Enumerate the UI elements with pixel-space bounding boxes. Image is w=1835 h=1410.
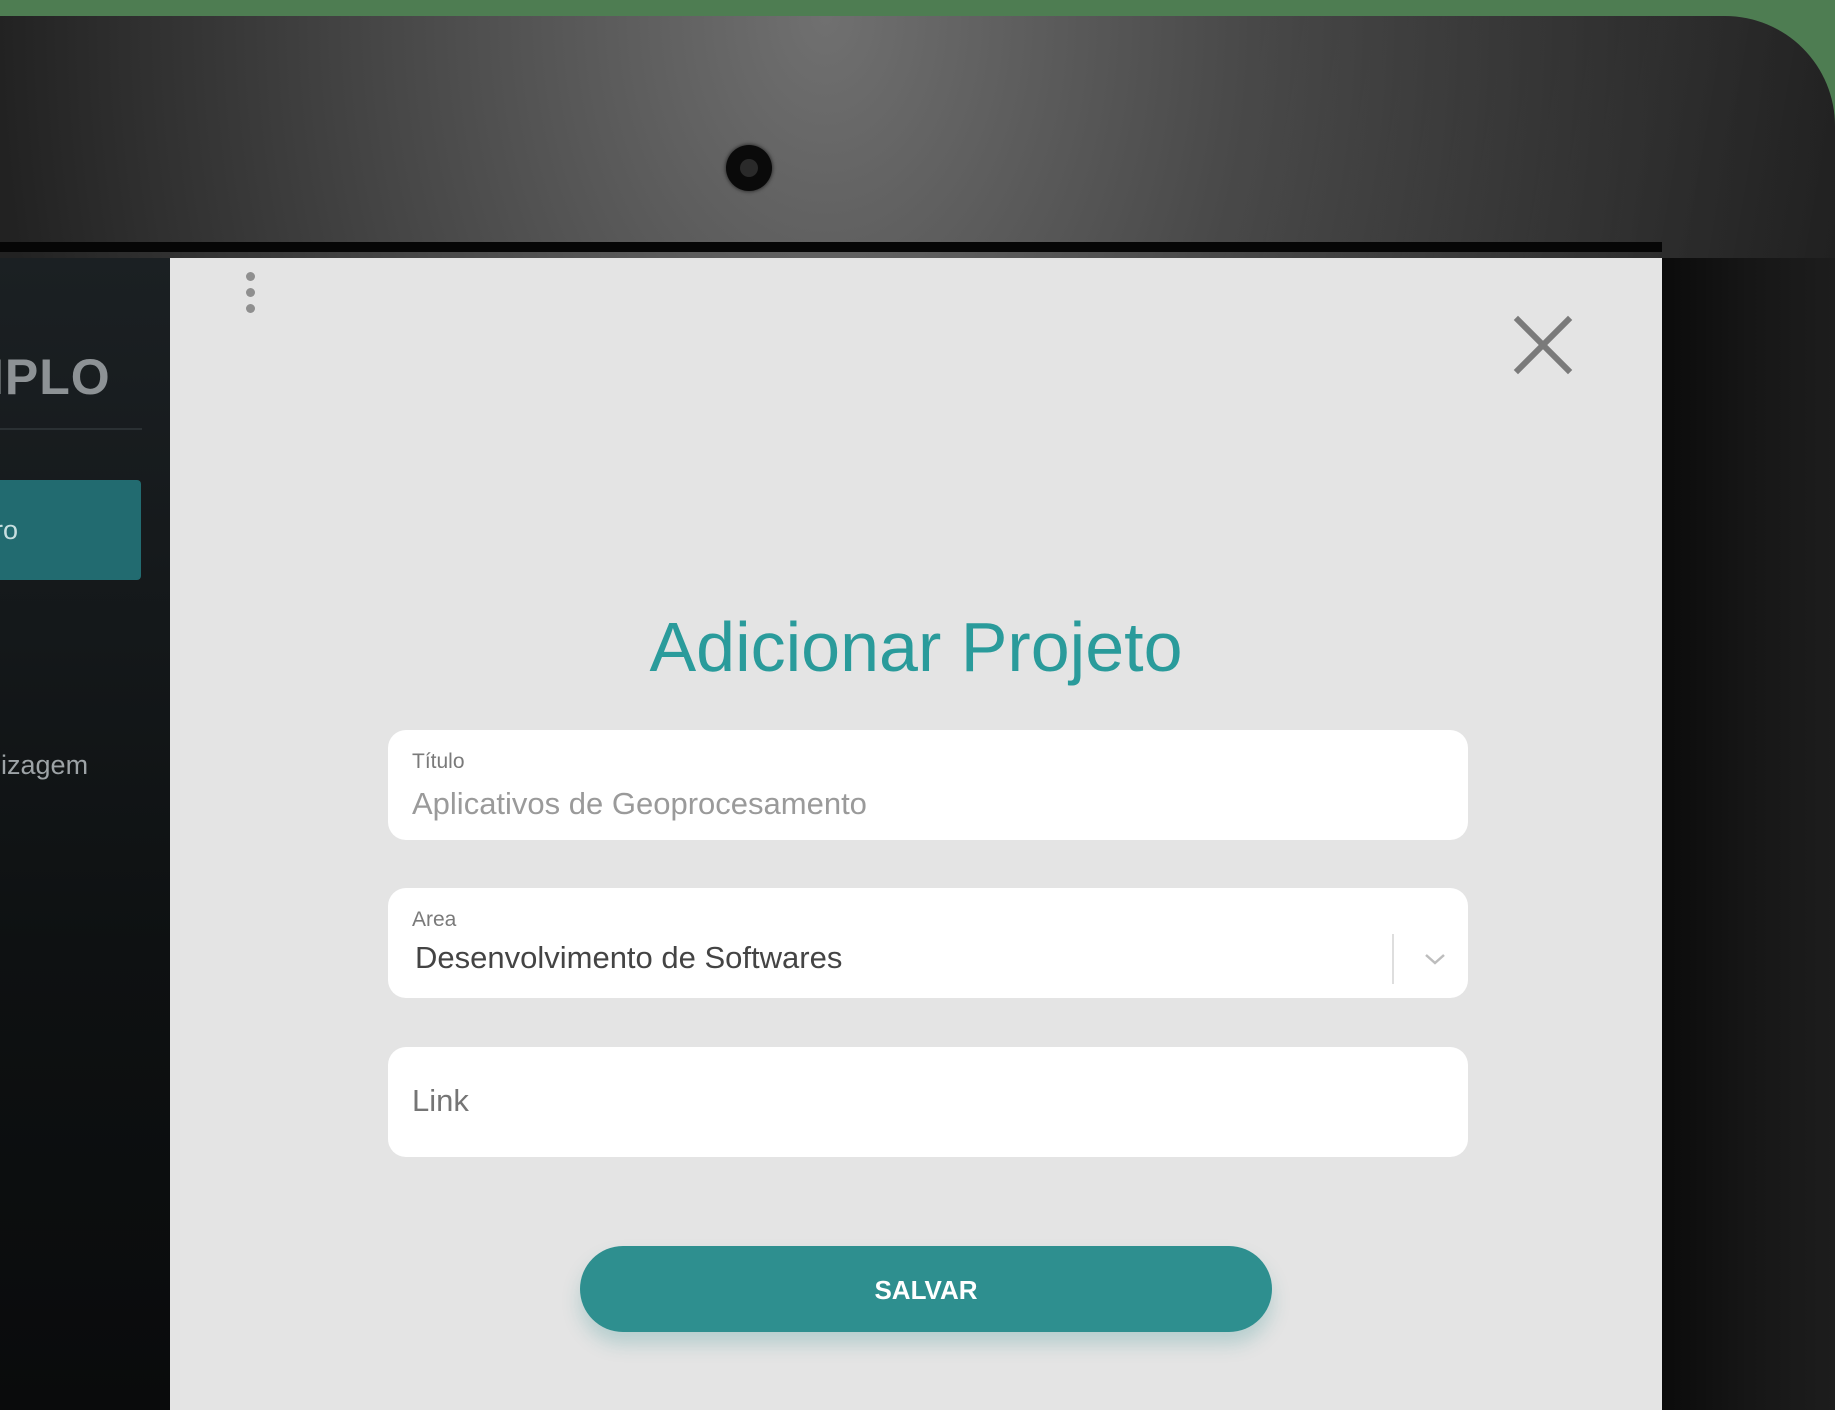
link-field[interactable]: [388, 1047, 1468, 1157]
screen-edge: [0, 242, 1662, 252]
camera-icon: [726, 145, 772, 191]
titulo-label: Título: [412, 750, 465, 773]
titulo-input[interactable]: [412, 786, 1312, 822]
link-input[interactable]: [412, 1083, 1312, 1119]
area-select[interactable]: Area Desenvolvimento de Softwares: [388, 888, 1468, 998]
save-button[interactable]: SALVAR: [580, 1246, 1272, 1332]
right-bezel: [1662, 258, 1835, 1410]
brand-logo-text: IPLO: [0, 349, 111, 405]
area-label: Area: [412, 908, 457, 931]
chevron-down-icon[interactable]: [1420, 944, 1450, 974]
sidebar-divider: [0, 428, 142, 430]
modal-title: Adicionar Projeto: [649, 607, 1183, 686]
kebab-icon[interactable]: [242, 272, 258, 318]
sidebar: IPLO ro dizagem: [0, 258, 170, 1410]
sidebar-item-aprendizagem[interactable]: dizagem: [0, 750, 88, 781]
titulo-field[interactable]: Título: [388, 730, 1468, 840]
area-selected-value[interactable]: Desenvolvimento de Softwares: [415, 940, 1315, 976]
add-project-modal: Adicionar Projeto Título Area Desenvolvi…: [170, 258, 1662, 1410]
sidebar-item-active[interactable]: ro: [0, 480, 141, 580]
close-icon[interactable]: [1510, 312, 1576, 378]
select-separator: [1392, 934, 1394, 984]
